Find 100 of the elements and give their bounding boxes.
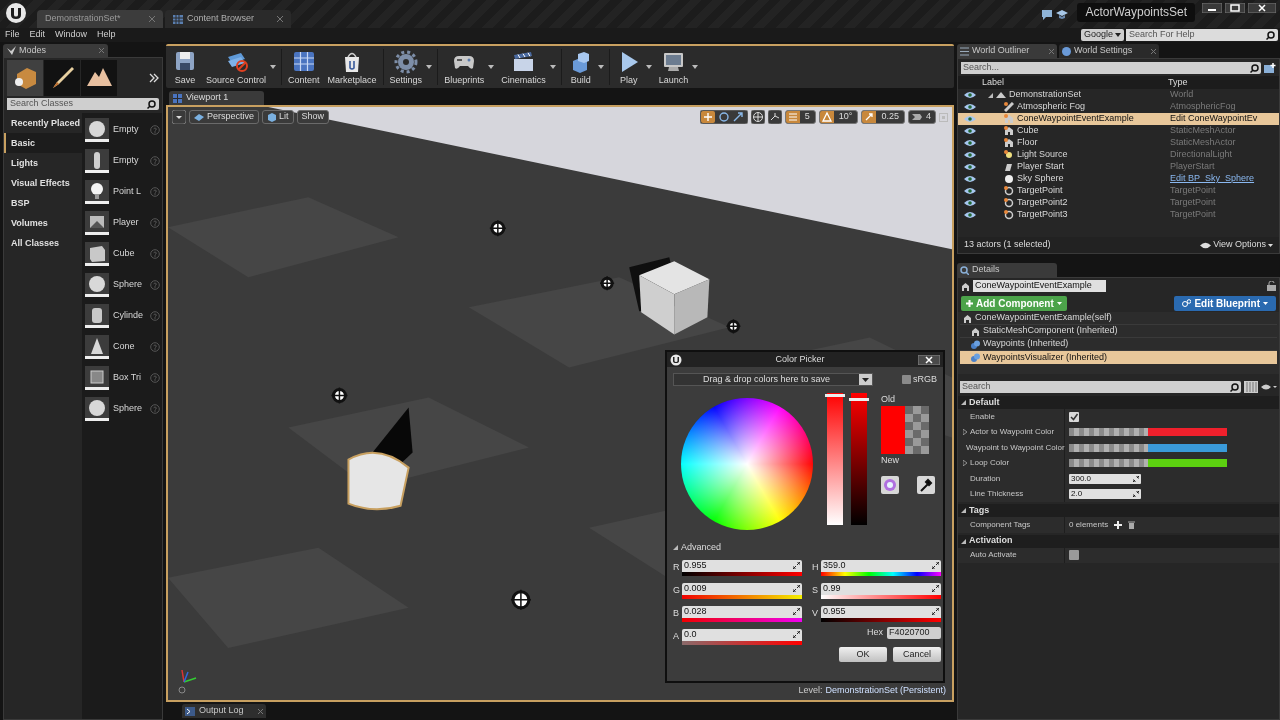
thumbnail-icon[interactable] (85, 117, 109, 142)
visibility-eye-icon[interactable] (964, 163, 976, 171)
toolbar-button[interactable]: Play (611, 46, 646, 88)
channel-field[interactable]: 0.0 (682, 628, 802, 641)
channel-gradient-bar[interactable] (821, 617, 941, 622)
thumbnail-icon[interactable] (85, 365, 109, 390)
search-icon[interactable] (1230, 382, 1239, 392)
snap-toggle-icon[interactable] (785, 111, 800, 123)
snap-toggle-icon[interactable] (862, 111, 877, 123)
menu-item[interactable]: Window (50, 28, 93, 42)
expanded-arrow-icon[interactable] (988, 92, 993, 98)
number-field[interactable]: 300.0 (1069, 473, 1141, 484)
thumbnail-icon[interactable] (85, 334, 109, 359)
thumbnail-icon[interactable] (85, 241, 109, 266)
section-header[interactable]: Activation (969, 534, 1013, 548)
view-button[interactable]: Lit (262, 110, 294, 124)
dialog-button[interactable]: OK (839, 647, 887, 662)
maximize-button[interactable] (1225, 3, 1245, 13)
visibility-eye-icon[interactable] (964, 151, 976, 159)
transform-tools-icon[interactable] (699, 110, 748, 124)
dropdown-caret-icon[interactable] (270, 65, 277, 69)
category-item[interactable]: Lights (4, 153, 82, 173)
outliner-row[interactable]: TargetPoint2 TargetPoint (958, 197, 1279, 209)
checkbox[interactable] (1069, 550, 1079, 561)
number-field[interactable]: 2.0 (1069, 489, 1141, 500)
type-link[interactable]: Edit BP_Sky_Sphere (1170, 172, 1255, 186)
outliner-row[interactable]: TargetPoint TargetPoint (958, 185, 1279, 197)
outliner-row[interactable]: Sky Sphere Edit BP_Sky_Sphere (958, 173, 1279, 185)
viewport-tab[interactable]: Viewport 1 (169, 91, 264, 105)
saved-colors-well[interactable]: Drag & drop colors here to save (673, 373, 873, 387)
toolbar-button[interactable]: Source Control (202, 46, 271, 88)
dropdown-caret-icon[interactable] (692, 65, 699, 69)
color-wheel-toggle-icon[interactable] (881, 475, 899, 494)
place-mode-icon[interactable] (7, 60, 43, 96)
hex-field[interactable]: F4020700 (887, 627, 941, 639)
item-label[interactable]: Empty (113, 122, 146, 137)
thumbnail-icon[interactable] (85, 396, 109, 421)
visibility-eye-icon[interactable] (964, 199, 976, 207)
dropdown-caret-icon[interactable] (488, 65, 495, 69)
channel-field[interactable]: 0.955 (821, 605, 941, 618)
item-label[interactable]: Point L (113, 184, 146, 199)
component-row[interactable]: StaticMeshComponent (Inherited) (960, 325, 1277, 338)
cap-icon[interactable] (1056, 9, 1069, 20)
search-icon[interactable] (1250, 63, 1259, 73)
document-tab[interactable]: Content Browser (165, 10, 291, 28)
outliner-row[interactable]: Light Source DirectionalLight (958, 149, 1279, 161)
item-label[interactable]: Cylinde (113, 308, 146, 323)
item-label[interactable]: Empty (113, 153, 146, 168)
toolbar-button[interactable]: Launch (654, 46, 693, 88)
outliner-row[interactable]: Player Start PlayerStart (958, 161, 1279, 173)
visibility-eye-icon[interactable] (964, 127, 976, 135)
view-button[interactable]: Show (296, 110, 330, 124)
thumbnail-icon[interactable] (85, 303, 109, 328)
search-icon[interactable] (1266, 30, 1275, 40)
outliner-row[interactable]: Atmospheric Fog AtmosphericFog (958, 101, 1279, 113)
gradient-slider-track[interactable] (827, 392, 843, 525)
item-label[interactable]: Cube (113, 246, 146, 261)
landscape-mode-icon[interactable] (81, 60, 117, 96)
toolbar-button[interactable]: Cinematics (497, 46, 550, 88)
dropdown-button[interactable] (859, 374, 872, 386)
category-item[interactable]: All Classes (4, 233, 82, 253)
dropdown-caret-icon[interactable] (426, 65, 433, 69)
dropdown-caret-icon[interactable] (597, 65, 604, 69)
section-header[interactable]: Tags (969, 503, 990, 518)
category-item[interactable]: Basic (4, 133, 82, 153)
thumbnail-icon[interactable] (85, 179, 109, 204)
visibility-eye-icon[interactable] (964, 139, 976, 147)
visibility-eye-icon[interactable] (964, 187, 976, 195)
trash-icon[interactable] (1128, 520, 1136, 529)
target-point-icon[interactable] (599, 275, 615, 292)
dialog-button[interactable]: Cancel (893, 647, 941, 662)
component-row[interactable]: ConeWaypointEventExample(self) (960, 312, 1277, 325)
category-item[interactable]: Volumes (4, 213, 82, 233)
search-icon[interactable] (147, 99, 156, 109)
color-swatch[interactable] (1069, 443, 1227, 452)
channel-field[interactable]: 0.028 (682, 605, 802, 618)
target-point-icon[interactable] (510, 589, 532, 611)
channel-field[interactable]: 0.955 (682, 559, 802, 572)
visibility-filter-icon[interactable] (1261, 383, 1277, 391)
advanced-section-header[interactable]: Advanced (681, 540, 722, 554)
thumbnail-icon[interactable] (85, 210, 109, 235)
document-tab[interactable]: DemonstrationSet* (37, 10, 163, 28)
item-label[interactable]: Sphere (113, 277, 146, 292)
thumbnail-icon[interactable] (85, 148, 109, 173)
item-label[interactable]: Box Tri (113, 370, 146, 385)
add-icon[interactable] (1114, 520, 1123, 529)
visibility-eye-icon[interactable] (964, 103, 976, 111)
visibility-eye-icon[interactable] (964, 175, 976, 183)
channel-gradient-bar[interactable] (682, 571, 802, 576)
chat-icon[interactable] (1041, 9, 1054, 20)
color-swatch[interactable] (1069, 459, 1227, 468)
channel-gradient-bar[interactable] (821, 571, 941, 576)
column-header[interactable]: Label (958, 75, 1168, 90)
dropdown-caret-icon[interactable] (645, 65, 652, 69)
cube-drawing[interactable] (629, 257, 710, 335)
name-field[interactable]: ConeWaypointEventExample (973, 280, 1106, 292)
snap-toggle-icon[interactable] (819, 111, 834, 123)
slider-thumb[interactable] (825, 393, 845, 397)
add-folder-icon[interactable] (1264, 63, 1276, 73)
thumbnail-icon[interactable] (85, 272, 109, 297)
